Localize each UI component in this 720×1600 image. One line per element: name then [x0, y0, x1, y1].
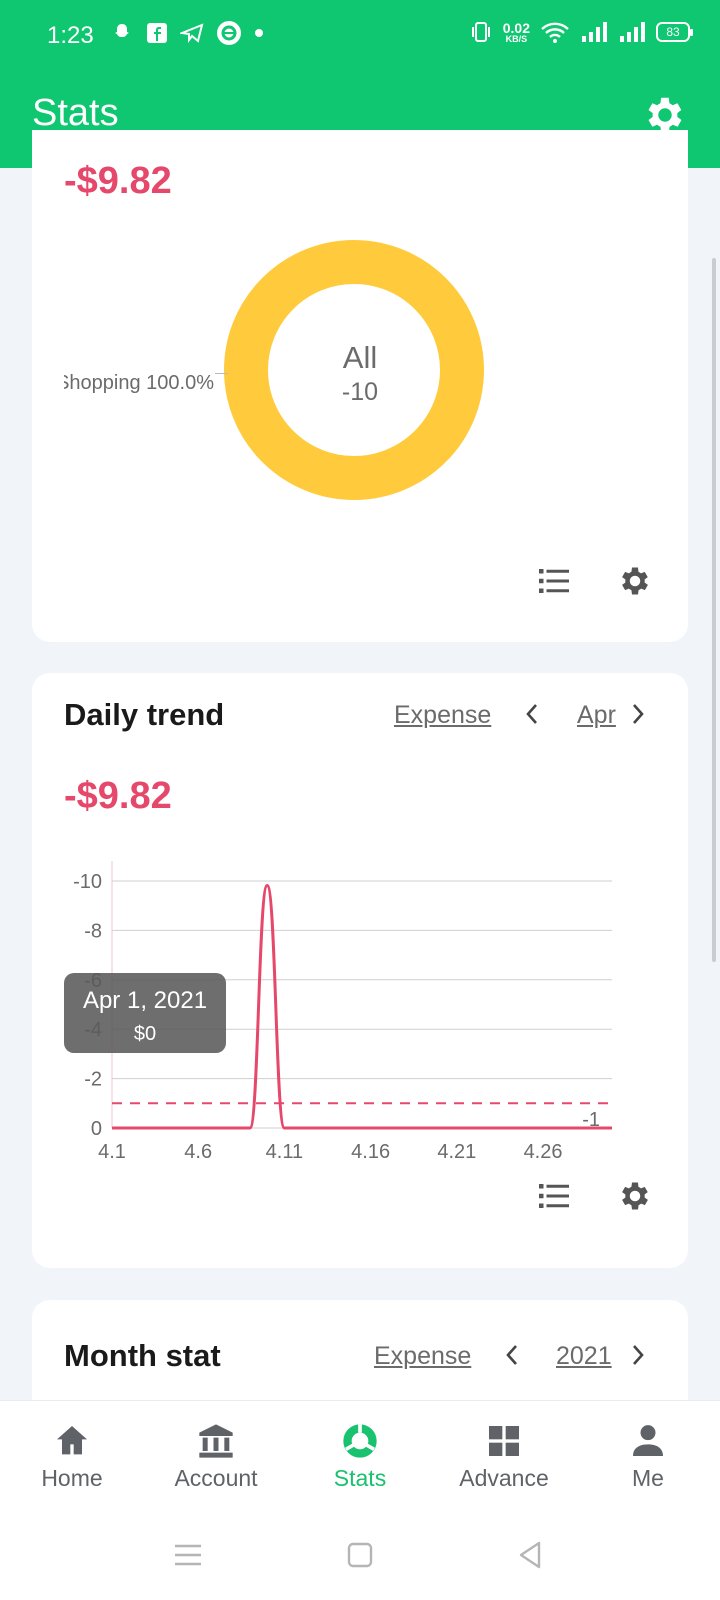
facebook-icon: [147, 23, 167, 43]
bottom-nav: Home Account Stats Advance Me: [0, 1400, 720, 1510]
grid-icon: [489, 1426, 519, 1456]
chevron-left-icon[interactable]: [500, 1340, 524, 1370]
system-nav-bar: [0, 1510, 720, 1600]
chart-settings-icon[interactable]: [617, 563, 653, 599]
status-time: 1:23: [47, 22, 94, 49]
tooltip-date: Apr 1, 2021: [82, 987, 208, 1014]
chevron-left-icon[interactable]: [520, 699, 544, 729]
daily-trend-card: Daily trend Expense Apr -$9.82 -10-8-6-4…: [32, 673, 688, 1268]
page-title: Stats: [32, 92, 119, 134]
signal-icon: [582, 22, 607, 42]
nav-item-me[interactable]: Me: [576, 1401, 720, 1510]
network-speed: 0.02 KB/S: [502, 19, 530, 44]
donut-slice-label: Shopping 100.0%: [64, 372, 214, 394]
battery-icon: 83: [656, 22, 693, 42]
list-icon[interactable]: [536, 1178, 572, 1214]
y-tick-label: -2: [84, 1069, 102, 1091]
nav-label: Advance: [459, 1465, 549, 1491]
nav-label: Account: [174, 1465, 258, 1491]
nav-item-account[interactable]: Account: [144, 1401, 288, 1510]
scrollbar[interactable]: [712, 258, 716, 962]
nav-item-stats[interactable]: Stats: [288, 1401, 432, 1510]
x-tick-label: 4.16: [351, 1141, 390, 1163]
home-icon: [57, 1426, 87, 1455]
chevron-right-icon[interactable]: [626, 1340, 650, 1370]
signal-icon: [620, 22, 645, 42]
status-bar: 1:23 0.02 KB/S 83: [0, 0, 720, 68]
month-type-selector[interactable]: Expense: [374, 1342, 471, 1371]
chart-settings-icon[interactable]: [617, 1178, 653, 1214]
stats-icon: [343, 1424, 377, 1458]
bank-icon: [199, 1424, 233, 1458]
category-card: -$9.82 Shopping 100.0% All -10: [32, 130, 688, 642]
daily-trend-title: Daily trend: [64, 697, 225, 732]
chart-tooltip: Apr 1, 2021 $0: [64, 973, 226, 1053]
y-tick-label: -10: [73, 871, 102, 893]
home-square-icon[interactable]: [343, 1538, 377, 1572]
system-status: 0.02 KB/S 83: [469, 19, 693, 44]
y-tick-label: -8: [84, 920, 102, 942]
x-tick-label: 4.1: [98, 1141, 126, 1163]
x-tick-label: 4.11: [266, 1141, 303, 1163]
nav-item-advance[interactable]: Advance: [432, 1401, 576, 1510]
tooltip-value: $0: [133, 1023, 157, 1045]
donut-center-value: -10: [341, 378, 379, 406]
nav-label: Home: [41, 1465, 103, 1491]
person-icon: [633, 1425, 663, 1456]
donut-center: All -10: [260, 340, 460, 407]
nav-label: Stats: [333, 1465, 387, 1491]
x-tick-label: 4.26: [524, 1141, 563, 1163]
trend-total-amount: -$9.82: [64, 775, 172, 817]
month-period-selector[interactable]: 2021: [556, 1342, 612, 1371]
telegram-icon: [180, 23, 204, 43]
donut-center-title: All: [342, 340, 378, 375]
category-total-amount: -$9.82: [64, 160, 172, 202]
nav-item-home[interactable]: Home: [0, 1401, 144, 1510]
x-tick-label: 4.6: [184, 1141, 212, 1163]
list-icon[interactable]: [536, 563, 572, 599]
x-tick-label: 4.21: [437, 1141, 476, 1163]
menu-icon[interactable]: [171, 1538, 205, 1572]
trend-type-selector[interactable]: Expense: [394, 701, 491, 730]
notification-icons: [110, 20, 264, 46]
dot-icon: [255, 29, 263, 37]
back-icon[interactable]: [513, 1538, 547, 1572]
snapchat-icon: [115, 24, 129, 37]
donut-leader-line: [215, 373, 228, 374]
chevron-right-icon[interactable]: [626, 699, 650, 729]
vibrate-icon: [471, 22, 490, 42]
messenger-icon: [217, 21, 241, 45]
trend-period-selector[interactable]: Apr: [577, 701, 616, 730]
wifi-icon: [541, 22, 569, 43]
nav-label: Me: [632, 1465, 664, 1491]
month-stat-title: Month stat: [64, 1338, 221, 1373]
y-tick-label: 0: [91, 1118, 102, 1140]
